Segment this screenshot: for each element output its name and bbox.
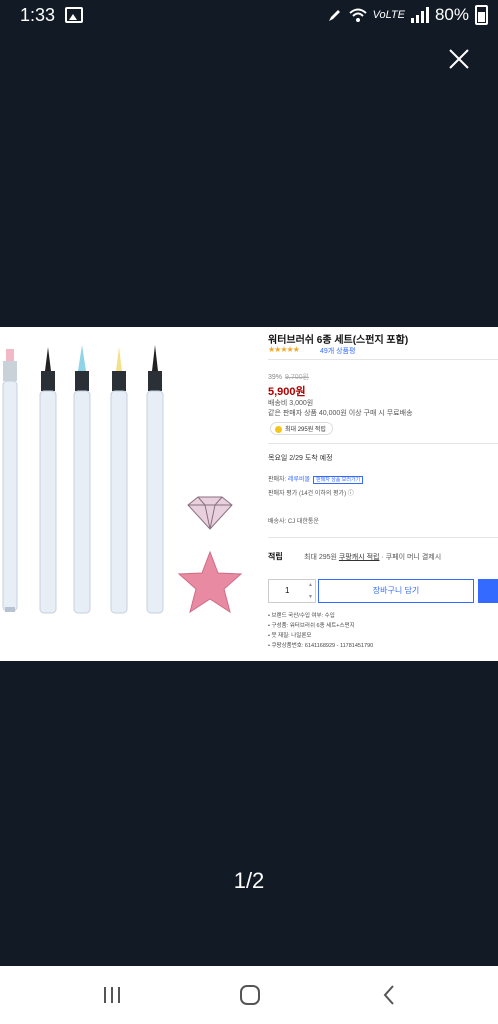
quantity-down-icon[interactable]: ▼ <box>308 594 313 600</box>
home-icon[interactable] <box>238 984 262 1006</box>
sale-price: 5,900원 <box>268 386 306 398</box>
coin-icon <box>275 425 282 433</box>
product-title: 워터브러쉬 6종 세트(스펀지 포함) <box>268 335 409 346</box>
points-badge-label: 최대 295원 적립 <box>285 427 326 433</box>
seller-rating-row: 판매자 평가 (14건 이하의 평가) ⓘ <box>268 488 354 497</box>
status-right: VoLTE 80% <box>327 5 488 25</box>
close-icon[interactable] <box>444 44 474 74</box>
gallery-notification-icon <box>65 7 83 23</box>
quantity-stepper[interactable]: 1 ▲ ▼ <box>268 579 316 603</box>
brush-3 <box>73 345 91 614</box>
review-count-link[interactable]: 49개 상품평 <box>320 346 356 356</box>
list-item: 쿠팡상품번호: 6141168929 - 11781451790 <box>268 641 373 651</box>
rating-stars: ★★★★★ <box>268 345 300 354</box>
seller-row: 판매자: 레루비몰 판매자 상품 보러가기 <box>268 474 364 484</box>
original-price: 9,700원 <box>285 374 309 381</box>
status-bar: 1:33 VoLTE 80% <box>0 0 498 32</box>
brush-2 <box>39 347 57 614</box>
divider <box>268 537 498 538</box>
divider <box>268 443 498 444</box>
recent-apps-icon[interactable] <box>100 984 124 1006</box>
brush-set-illustration <box>2 345 243 614</box>
quantity-up-icon[interactable]: ▲ <box>308 582 313 588</box>
brush-4 <box>110 347 128 614</box>
info-icon[interactable]: ⓘ <box>348 491 354 497</box>
divider <box>268 359 498 360</box>
star-sponge-shape <box>177 550 243 614</box>
battery-percent: 80% <box>434 5 469 24</box>
back-icon[interactable] <box>378 984 402 1006</box>
add-to-cart-button[interactable]: 장바구니 담기 <box>318 579 474 603</box>
list-item: 브랜드 국산/수입 여부: 수입 <box>268 611 373 621</box>
buy-now-button[interactable] <box>478 579 498 603</box>
quantity-value: 1 <box>285 586 290 595</box>
seller-rating-note: (14건 이하의 평가) <box>298 491 347 497</box>
points-suffix: · 쿠페이 머니 결제시 <box>381 554 442 561</box>
brush-5 <box>146 345 164 614</box>
arrival-date: 목요일 2/29 도착 예정 <box>268 455 333 462</box>
discount-rate: 39% <box>268 374 283 381</box>
points-label: 적립 <box>268 552 283 561</box>
list-item: 구성품: 워터브러쉬 6종 세트+스펀지 <box>268 621 373 631</box>
wifi-icon <box>348 8 367 22</box>
points-badge: 최대 295원 적립 <box>270 422 333 435</box>
seller-label: 판매자: <box>268 477 287 483</box>
navigation-bar <box>0 966 498 1024</box>
brush-1 <box>2 349 18 612</box>
points-detail: 최대 295원 쿠팡캐시 적립 · 쿠페이 머니 결제시 <box>304 552 441 562</box>
seller-name-link[interactable]: 레루비몰 <box>288 477 310 483</box>
image-counter: 1/2 <box>233 868 265 893</box>
signal-icon <box>410 7 429 23</box>
seller-rating-label: 판매자 평가 <box>268 491 298 497</box>
product-image[interactable]: 워터브러쉬 6종 세트(스펀지 포함) ★★★★★ 49개 상품평 39% 9,7… <box>0 327 498 661</box>
shipping-fee: 배송비 3,000원 <box>268 400 314 407</box>
coupang-cash-link[interactable]: 쿠팡캐시 적립 <box>339 554 380 561</box>
points-amount: 최대 295원 <box>304 554 337 561</box>
product-details-list: 브랜드 국산/수입 여부: 수입 구성품: 워터브러쉬 6종 세트+스펀지 붓 … <box>268 611 373 651</box>
diamond-logo-icon <box>187 496 233 530</box>
product-info-panel: 워터브러쉬 6종 세트(스펀지 포함) ★★★★★ 49개 상품평 39% 9,7… <box>268 327 498 661</box>
battery-icon <box>475 5 488 25</box>
free-shipping-note: 같은 판매자 상품 40,000원 이상 구매 시 무료배송 <box>268 410 413 417</box>
discount-row: 39% 9,700원 <box>268 372 309 382</box>
delivery-company: 배송사: CJ 대한통운 <box>268 519 319 525</box>
volte-label: VoLTE <box>372 9 405 21</box>
pen-icon <box>328 10 340 21</box>
seller-products-button[interactable]: 판매자 상품 보러가기 <box>313 476 364 484</box>
status-time: 1:33 <box>20 5 56 25</box>
list-item: 붓 재질: 나일론모 <box>268 631 373 641</box>
